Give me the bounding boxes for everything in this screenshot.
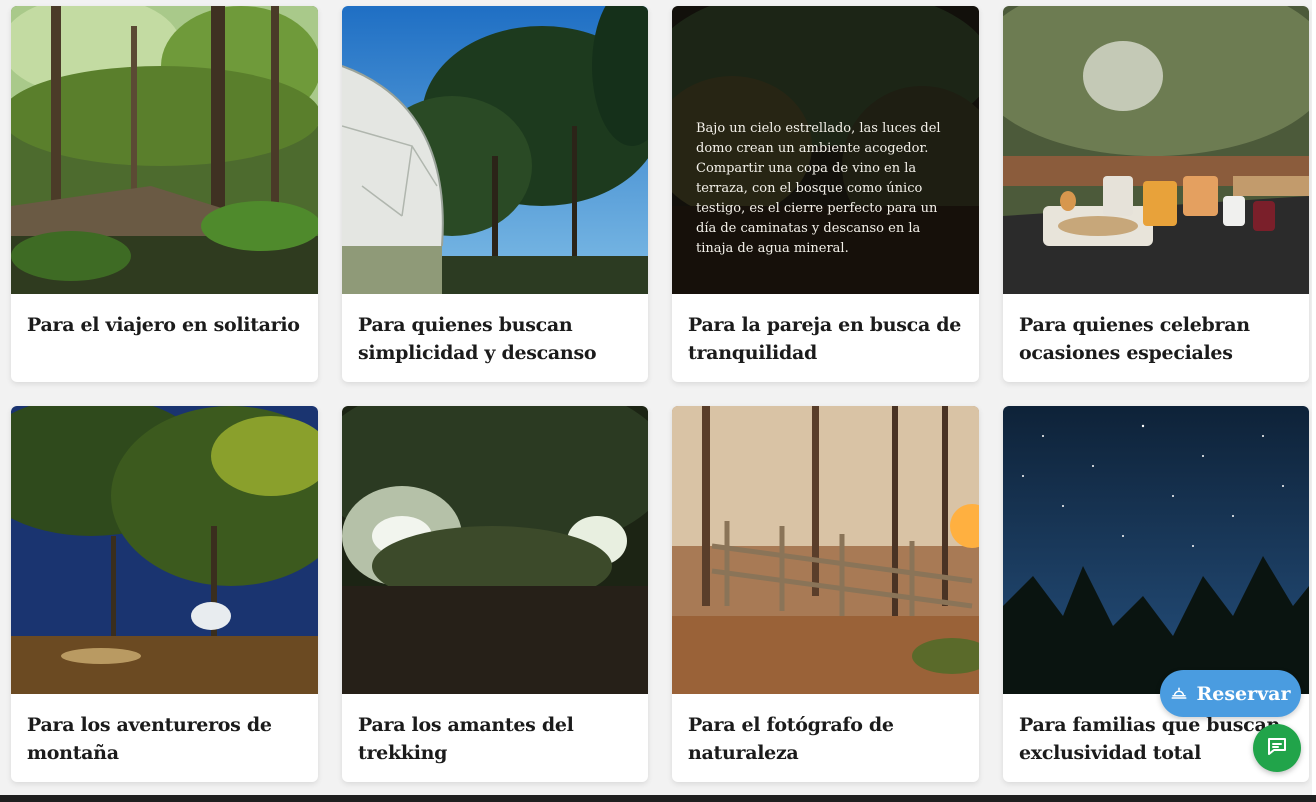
dome-under-trees-photo — [342, 6, 648, 294]
card-title: Para familias que buscan exclusividad to… — [1019, 714, 1280, 764]
reserve-button-label: Reservar — [1196, 682, 1291, 705]
experience-card-celebrations[interactable]: Para quienes celebran ocasiones especial… — [1003, 6, 1309, 382]
card-title: Para los aventureros de montaña — [27, 714, 272, 764]
card-title: Para el viajero en solitario — [27, 314, 300, 336]
card-caption: Bajo un cielo estrellado, las luces del … — [696, 121, 941, 256]
experience-card-photographer[interactable]: Para el fotógrafo de naturaleza — [672, 406, 979, 782]
reserve-button[interactable]: Reservar — [1160, 670, 1301, 717]
breakfast-table-photo — [1003, 6, 1309, 294]
bottom-bar — [0, 795, 1316, 802]
lit-domes-forest-photo — [342, 406, 648, 694]
chat-button[interactable] — [1253, 724, 1301, 772]
experience-card-mountaineers[interactable]: Para los aventureros de montaña — [11, 406, 318, 782]
campsite-night-photo — [11, 406, 318, 694]
experience-card-solo[interactable]: Para el viajero en solitario — [11, 6, 318, 382]
card-title: Para quienes buscan simplicidad y descan… — [358, 314, 597, 364]
experience-card-couple[interactable]: Bajo un cielo estrellado, las luces del … — [672, 6, 979, 382]
experience-card-simplicity[interactable]: Para quienes buscan simplicidad y descan… — [342, 6, 648, 382]
page-edge — [1312, 0, 1316, 802]
card-title: Para quienes celebran ocasiones especial… — [1019, 314, 1250, 364]
chat-icon — [1265, 734, 1289, 762]
sunset-fence-photo — [672, 406, 979, 694]
experience-card-trekking[interactable]: Para los amantes del trekking — [342, 406, 648, 782]
card-title: Para el fotógrafo de naturaleza — [688, 714, 894, 764]
experience-grid: Para el viajero en solitario Para quiene… — [11, 6, 1309, 782]
night-dome-photo: Bajo un cielo estrellado, las luces del … — [672, 6, 979, 294]
experience-card-families[interactable]: Para familias que buscan exclusividad to… — [1003, 406, 1309, 782]
card-title: Para la pareja en busca de tranquilidad — [688, 314, 962, 364]
bell-icon — [1170, 683, 1188, 705]
forest-trail-photo — [11, 6, 318, 294]
starry-sky-photo — [1003, 406, 1309, 694]
card-title: Para los amantes del trekking — [358, 714, 574, 764]
